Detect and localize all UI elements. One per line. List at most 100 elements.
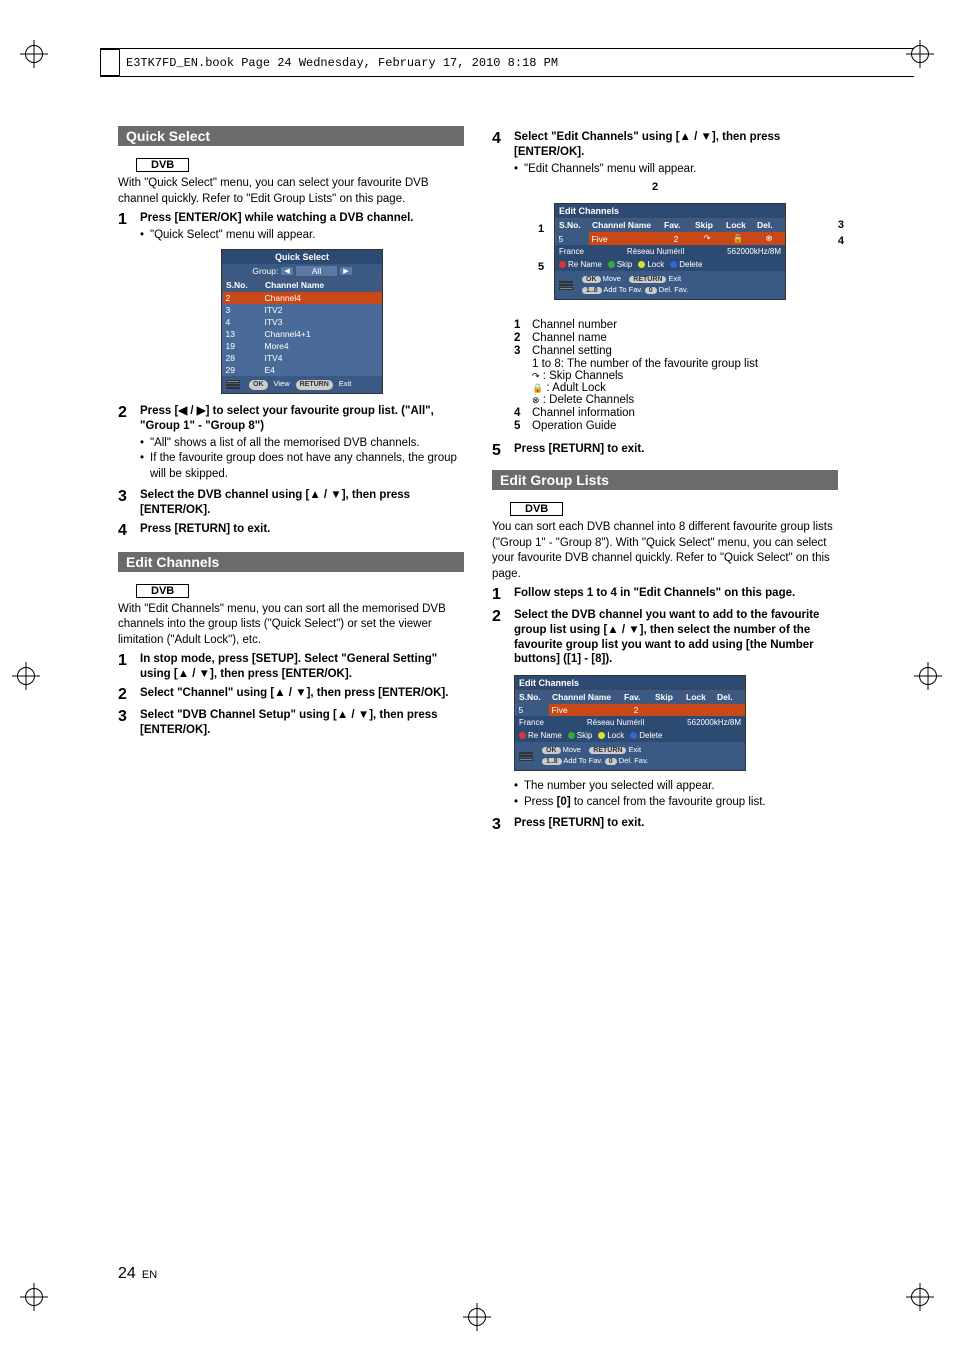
step-4: 4 Select "Edit Channels" using [▲ / ▼], …: [492, 130, 838, 438]
guide-text: Del. Fav.: [659, 285, 688, 294]
step-2: 2 Select the DVB channel you want to add…: [492, 608, 838, 812]
step-1: 1 Press [ENTER/OK] while watching a DVB …: [118, 211, 464, 400]
channel-info: France Réseau Numéril 562000kHz/8M: [515, 716, 745, 729]
legend-sub: 🔒 : Adult Lock: [532, 382, 838, 394]
btn-delete: Delete: [639, 731, 662, 740]
btn-rename: Re Name: [528, 731, 562, 740]
left-column: Quick Select DVB With "Quick Select" men…: [118, 126, 464, 838]
zero-pill: 0: [645, 287, 657, 294]
step-3: 3Select "DVB Channel Setup" using [▲ / ▼…: [118, 708, 464, 738]
step-1: 1In stop mode, press [SETUP]. Select "Ge…: [118, 652, 464, 682]
hdr-sno: S.No.: [556, 219, 589, 232]
hdr-sno: S.No.: [516, 691, 549, 704]
section-edit-group-lists: Edit Group Lists: [492, 470, 838, 490]
osd-guide: OK View RETURN Exit: [222, 376, 382, 393]
cell: ITV4: [262, 352, 382, 364]
cell: 5: [516, 704, 549, 717]
step-3: 3Press [RETURN] to exit.: [492, 816, 838, 834]
color-buttons: Re Name Skip Lock Delete: [555, 258, 785, 271]
hdr-fav: Fav.: [661, 219, 692, 232]
cell: 13: [223, 328, 262, 340]
group-selector: Group: ◀ All ▶: [222, 264, 382, 278]
btn-skip: Skip: [577, 731, 593, 740]
page: E3TK7FD_EN.book Page 24 Wednesday, Febru…: [0, 0, 954, 1351]
guide-text: Exit: [669, 274, 682, 283]
group-value: All: [296, 266, 337, 276]
num-pill: 1..8: [582, 287, 602, 294]
intro-text: With "Quick Select" menu, you can select…: [118, 176, 464, 207]
hdr-skip: Skip: [692, 219, 723, 232]
hdr-fav: Fav.: [621, 691, 652, 704]
hdr-skip: Skip: [652, 691, 683, 704]
legend-sub: ↷ : Skip Channels: [532, 370, 838, 382]
reg-mark: [914, 662, 942, 690]
intro-text: You can sort each DVB channel into 8 dif…: [492, 520, 838, 582]
ok-pill: OK: [582, 276, 601, 283]
step-2: 2Select "Channel" using [▲ / ▼], then pr…: [118, 686, 464, 704]
step-text: Select "DVB Channel Setup" using [▲ / ▼]…: [140, 708, 464, 738]
step-text: Press [RETURN] to exit.: [140, 522, 464, 537]
skip-icon: ↷: [692, 232, 723, 246]
btn-delete: Delete: [679, 260, 702, 269]
dvb-tag: DVB: [510, 502, 563, 516]
step-text: Press [RETURN] to exit.: [514, 442, 838, 457]
step-text: In stop mode, press [SETUP]. Select "Gen…: [140, 652, 464, 682]
right-column: 4 Select "Edit Channels" using [▲ / ▼], …: [492, 126, 838, 838]
legend-text: Channel name: [532, 332, 607, 344]
guide-text: Add To Fav.: [603, 285, 642, 294]
guide-text: Move: [563, 745, 581, 754]
edit-channels-osd-2: Edit Channels S.No. Channel Name Fav. Sk…: [514, 675, 746, 771]
osd-title: Edit Channels: [555, 204, 785, 218]
dvb-tag: DVB: [136, 584, 189, 598]
cell: E4: [262, 364, 382, 376]
return-pill: RETURN: [589, 747, 626, 754]
step-4: 4 Press [RETURN] to exit.: [118, 522, 464, 540]
delete-icon: ⊗: [754, 232, 785, 246]
hdr-name: Channel Name: [549, 691, 621, 704]
cell: ITV3: [262, 316, 382, 328]
guide-text: Exit: [629, 745, 642, 754]
book-spine-icon: [100, 49, 120, 76]
step-sub: Press [0] to cancel from the favourite g…: [514, 795, 838, 811]
return-pill: RETURN: [629, 276, 666, 283]
cell: 2: [223, 292, 262, 305]
arrow-left-icon: ◀: [281, 267, 292, 275]
reg-mark: [463, 1303, 491, 1331]
cell: More4: [262, 340, 382, 352]
step-1: 1Follow steps 1 to 4 in "Edit Channels" …: [492, 586, 838, 604]
legend-text: Channel information: [532, 407, 635, 419]
page-number: 24 EN: [118, 1265, 157, 1283]
cell: 2: [621, 704, 652, 717]
dpad-icon: [226, 380, 240, 389]
group-label: Group:: [252, 266, 278, 276]
hdr-lock: Lock: [683, 691, 714, 704]
header-text: E3TK7FD_EN.book Page 24 Wednesday, Febru…: [126, 56, 558, 70]
ok-pill: OK: [249, 380, 268, 390]
callout-4: 4: [838, 235, 844, 247]
osd-title: Quick Select: [222, 250, 382, 264]
cell: 28: [223, 352, 262, 364]
channel-table: S.No.Channel Name 2Channel4 3ITV2 4ITV3 …: [222, 278, 382, 376]
btn-rename: Re Name: [568, 260, 602, 269]
zero-pill: 0: [605, 758, 617, 765]
hdr-sno: S.No.: [223, 279, 262, 292]
quick-select-osd: Quick Select Group: ◀ All ▶ S.No.Channel…: [221, 249, 383, 394]
step-sub: If the favourite group does not have any…: [140, 451, 464, 482]
step-sub: "Quick Select" menu will appear.: [140, 228, 464, 244]
hdr-del: Del.: [754, 219, 785, 232]
cell: 5: [556, 232, 589, 246]
cell: Five: [589, 232, 661, 246]
dpad-icon: [559, 281, 573, 290]
dvb-tag: DVB: [136, 158, 189, 172]
info-freq: 562000kHz/8M: [727, 247, 781, 256]
green-dot-icon: [568, 732, 575, 739]
print-header: E3TK7FD_EN.book Page 24 Wednesday, Febru…: [100, 48, 914, 77]
crop-mark: [20, 1283, 48, 1311]
arrow-right-icon: ▶: [340, 267, 351, 275]
lock-icon: 🔒: [532, 383, 543, 393]
info-country: France: [559, 247, 584, 256]
cell: ITV2: [262, 304, 382, 316]
cell: 19: [223, 340, 262, 352]
section-quick-select: Quick Select: [118, 126, 464, 146]
guide-text: Del. Fav.: [619, 756, 648, 765]
